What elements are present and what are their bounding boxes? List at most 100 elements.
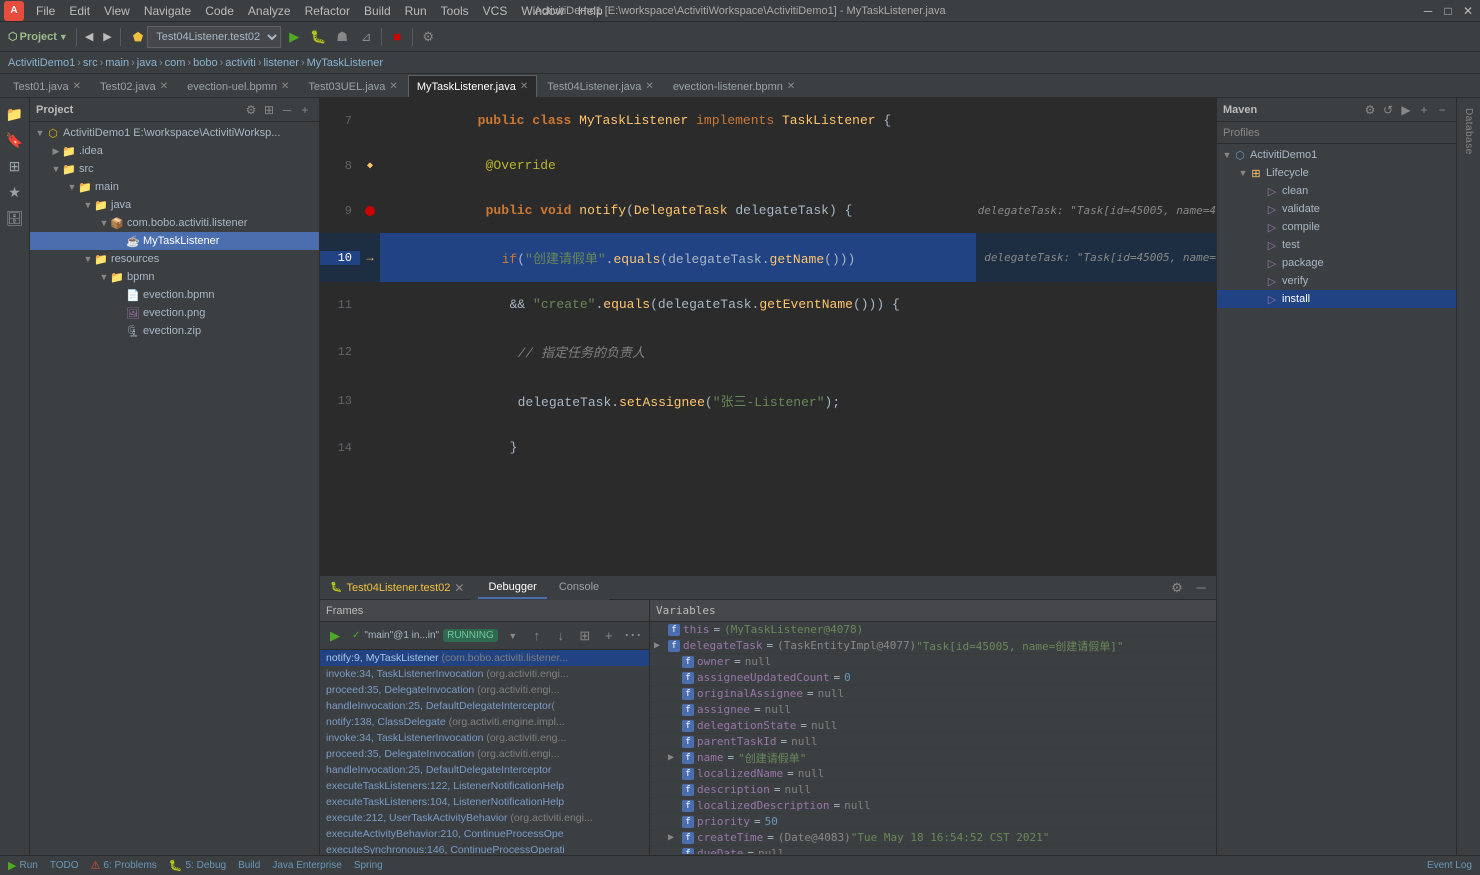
run-config-select[interactable]: Test04Listener.test02 [147, 26, 281, 48]
maven-tree-lifecycle[interactable]: ▼ ⊞ Lifecycle [1217, 164, 1456, 182]
menu-code[interactable]: Code [199, 2, 240, 20]
menu-vcs[interactable]: VCS [477, 2, 514, 20]
sidebar-structure-icon[interactable]: ⊞ [3, 154, 27, 178]
tree-item-idea[interactable]: ▶ 📁 .idea [30, 142, 319, 160]
maven-plus-btn[interactable]: + [1416, 102, 1432, 118]
debug-resume-btn[interactable]: ▶ [324, 625, 346, 647]
frame-item-12[interactable]: executeSynchronous:146, ContinueProcessO… [320, 842, 649, 854]
tab-mytasklistener-close[interactable]: ✕ [520, 81, 528, 92]
var-expand-delegatetask[interactable]: ▶ [654, 640, 668, 651]
menu-refactor[interactable]: Refactor [299, 2, 356, 20]
maven-tree-clean[interactable]: ▷ clean [1217, 182, 1456, 200]
menu-analyze[interactable]: Analyze [242, 2, 297, 20]
tab-evection-uel[interactable]: evection-uel.bpmn ✕ [178, 75, 298, 97]
sidebar-bookmark-icon[interactable]: 🔖 [3, 128, 27, 152]
close-button[interactable]: ✕ [1460, 3, 1476, 19]
breadcrumb-listener[interactable]: listener [263, 57, 298, 69]
frame-item-7[interactable]: handleInvocation:25, DefaultDelegateInte… [320, 762, 649, 778]
maximize-button[interactable]: □ [1440, 3, 1456, 19]
maven-tree-compile[interactable]: ▷ compile [1217, 218, 1456, 236]
tab-evection-uel-close[interactable]: ✕ [281, 81, 289, 92]
frame-item-9[interactable]: executeTaskListeners:104, ListenerNotifi… [320, 794, 649, 810]
menu-view[interactable]: View [98, 2, 136, 20]
java-enterprise-status-btn[interactable]: Java Enterprise [272, 860, 341, 871]
coverage-button[interactable]: ☗ [331, 26, 353, 48]
maven-tree-root[interactable]: ▼ ⬡ ActivitiDemo1 [1217, 146, 1456, 164]
breadcrumb-src[interactable]: src [83, 57, 98, 69]
debug-tab-console[interactable]: Console [549, 577, 609, 599]
menu-edit[interactable]: Edit [63, 2, 96, 20]
tree-item-root[interactable]: ▼ ⬡ ActivitiDemo1 E:\workspace\ActivitiW… [30, 124, 319, 142]
breadcrumb-java[interactable]: java [137, 57, 157, 69]
tree-item-resources[interactable]: ▼ 📁 resources [30, 250, 319, 268]
tree-item-evection-zip[interactable]: 🗜 evection.zip [30, 322, 319, 340]
menu-file[interactable]: File [30, 2, 61, 20]
minimize-button[interactable]: ─ [1420, 3, 1436, 19]
sidebar-favorites-icon[interactable]: ★ [3, 180, 27, 204]
frame-item-4[interactable]: notify:138, ClassDelegate (org.activiti.… [320, 714, 649, 730]
spring-status-btn[interactable]: Spring [354, 860, 383, 871]
tab-evection-listener-close[interactable]: ✕ [787, 81, 795, 92]
tab-mytasklistener[interactable]: MyTaskListener.java ✕ [408, 75, 537, 97]
frame-item-0[interactable]: notify:9, MyTaskListener (com.bobo.activ… [320, 650, 649, 666]
debug-tab-debugger[interactable]: Debugger [478, 577, 546, 599]
breadcrumb-main[interactable]: main [105, 57, 129, 69]
step-down-btn[interactable]: ↓ [550, 625, 572, 647]
tree-item-main[interactable]: ▼ 📁 main [30, 178, 319, 196]
maven-tree-package[interactable]: ▷ package [1217, 254, 1456, 272]
tab-test02-close[interactable]: ✕ [160, 81, 168, 92]
project-expand-btn[interactable]: ⊞ [261, 102, 277, 118]
tab-test04listener-close[interactable]: ✕ [645, 81, 653, 92]
tree-item-evection-png[interactable]: 🖼 evection.png [30, 304, 319, 322]
maven-tree-verify[interactable]: ▷ verify [1217, 272, 1456, 290]
maven-tree-install[interactable]: ▷ install [1217, 290, 1456, 308]
frame-item-1[interactable]: invoke:34, TaskListenerInvocation (org.a… [320, 666, 649, 682]
frame-item-2[interactable]: proceed:35, DelegateInvocation (org.acti… [320, 682, 649, 698]
right-icon-database[interactable]: Database [1460, 102, 1477, 161]
breadcrumb-activiti[interactable]: activiti [225, 57, 256, 69]
todo-status-btn[interactable]: TODO [50, 860, 79, 871]
debug-button[interactable]: 🐛 [307, 26, 329, 48]
menu-run[interactable]: Run [399, 2, 433, 20]
project-add-btn[interactable]: + [297, 102, 313, 118]
tab-test04listener[interactable]: Test04Listener.java ✕ [538, 75, 663, 97]
add-frame-btn[interactable]: + [598, 625, 620, 647]
frame-item-8[interactable]: executeTaskListeners:122, ListenerNotifi… [320, 778, 649, 794]
forward-btn[interactable]: ▶ [99, 26, 115, 48]
breadcrumb-activitidemo1[interactable]: ActivitiDemo1 [8, 57, 75, 69]
run-button[interactable]: ▶ [283, 26, 305, 48]
tree-item-src[interactable]: ▼ 📁 src [30, 160, 319, 178]
copy-stack-btn[interactable]: ⋯ [622, 625, 644, 647]
breadcrumb-mytasklistener[interactable]: MyTaskListener [307, 57, 383, 69]
maven-tree-validate[interactable]: ▷ validate [1217, 200, 1456, 218]
sidebar-persistence-icon[interactable]: 🗄 [3, 206, 27, 230]
menu-tools[interactable]: Tools [435, 2, 475, 20]
frame-item-11[interactable]: executeActivityBehavior:210, ContinuePro… [320, 826, 649, 842]
stop-button[interactable]: ■ [386, 26, 408, 48]
tree-item-bpmn-folder[interactable]: ▼ 📁 bpmn [30, 268, 319, 286]
debug-settings-btn[interactable]: ⚙ [1166, 577, 1188, 599]
tab-test03uel-close[interactable]: ✕ [389, 81, 397, 92]
project-settings-btn[interactable]: ⚙ [243, 102, 259, 118]
back-btn[interactable]: ◀ [81, 26, 97, 48]
tree-item-package[interactable]: ▼ 📦 com.bobo.activiti.listener [30, 214, 319, 232]
frame-item-6[interactable]: proceed:35, DelegateInvocation (org.acti… [320, 746, 649, 762]
frame-item-3[interactable]: handleInvocation:25, DefaultDelegateInte… [320, 698, 649, 714]
tab-test02[interactable]: Test02.java ✕ [91, 75, 177, 97]
maven-collapse-btn[interactable]: − [1434, 102, 1450, 118]
maven-settings-btn[interactable]: ⚙ [1362, 102, 1378, 118]
tab-test01-close[interactable]: ✕ [73, 81, 81, 92]
event-log-btn[interactable]: Event Log [1427, 860, 1472, 871]
tree-item-evection-bpmn[interactable]: 📄 evection.bpmn [30, 286, 319, 304]
sidebar-project-icon[interactable]: 📁 [3, 102, 27, 126]
breadcrumb-bobo[interactable]: bobo [193, 57, 217, 69]
var-expand-ct[interactable]: ▶ [668, 832, 682, 843]
tree-item-mytasklistener[interactable]: ☕ MyTaskListener [30, 232, 319, 250]
menu-build[interactable]: Build [358, 2, 397, 20]
problems-status-btn[interactable]: 6: Problems [103, 860, 156, 871]
debug-session-close[interactable]: ✕ [454, 581, 464, 595]
frame-item-10[interactable]: execute:212, UserTaskActivityBehavior (o… [320, 810, 649, 826]
debug-minimize-btn[interactable]: ─ [1190, 577, 1212, 599]
tree-item-java[interactable]: ▼ 📁 java [30, 196, 319, 214]
maven-run-btn[interactable]: ▶ [1398, 102, 1414, 118]
